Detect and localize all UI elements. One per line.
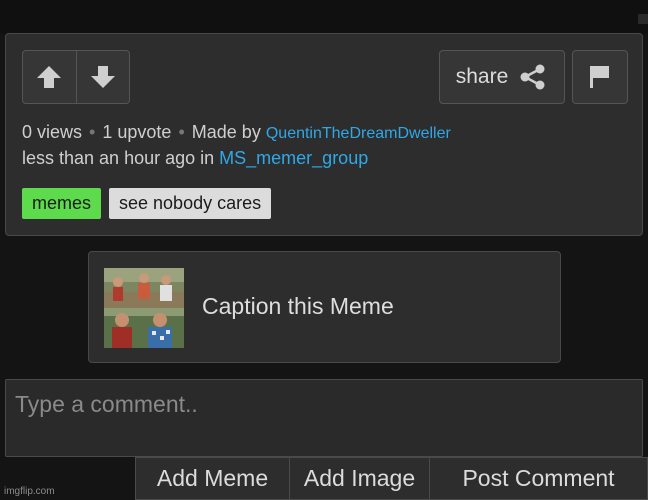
downvote-button[interactable] [75, 51, 129, 103]
add-meme-button[interactable]: Add Meme [135, 457, 290, 500]
comment-placeholder: Type a comment.. [15, 391, 198, 417]
meme-thumbnail-image [104, 268, 184, 348]
upvote-count: 1 upvote [102, 122, 172, 142]
arrow-up-icon [37, 66, 62, 88]
stream-link[interactable]: MS_memer_group [219, 148, 368, 168]
author-link[interactable]: QuentinTheDreamDweller [266, 125, 451, 142]
post-card: share 0 views • 1 upvote • Made by Quent… [5, 33, 643, 236]
share-icon [520, 64, 545, 90]
flag-icon [590, 66, 609, 88]
add-image-button[interactable]: Add Image [290, 457, 430, 500]
corner-marker [638, 14, 648, 24]
share-button[interactable]: share [439, 50, 565, 104]
arrow-down-icon [90, 66, 115, 88]
flag-button[interactable] [572, 50, 628, 104]
time-label: less than an hour ago in [22, 148, 215, 168]
top-strip [0, 0, 648, 34]
caption-meme-card[interactable]: Caption this Meme [88, 251, 561, 363]
post-comment-button[interactable]: Post Comment [430, 457, 648, 500]
tag-list: memes see nobody cares [22, 188, 272, 219]
meme-thumbnail [104, 268, 184, 348]
meta-line-2: less than an hour ago in MS_memer_group [22, 146, 622, 171]
view-count: 0 views [22, 122, 83, 142]
separator-dot: • [89, 122, 96, 142]
made-by-label: Made by [191, 122, 261, 142]
caption-this-meme-label: Caption this Meme [202, 293, 394, 319]
comment-actions: Add Meme Add Image Post Comment [135, 457, 648, 500]
meta-line-1: 0 views • 1 upvote • Made by QuentinTheD… [22, 120, 622, 146]
share-label: share [455, 65, 509, 88]
comment-input[interactable]: Type a comment.. [5, 379, 643, 457]
post-meta: 0 views • 1 upvote • Made by QuentinTheD… [22, 120, 622, 171]
tag-see-nobody-cares[interactable]: see nobody cares [109, 188, 272, 219]
imgflip-watermark: imgflip.com [4, 486, 55, 497]
tag-memes[interactable]: memes [22, 188, 102, 219]
separator-dot: • [178, 122, 185, 142]
upvote-button[interactable] [23, 51, 76, 103]
vote-group [22, 50, 130, 104]
